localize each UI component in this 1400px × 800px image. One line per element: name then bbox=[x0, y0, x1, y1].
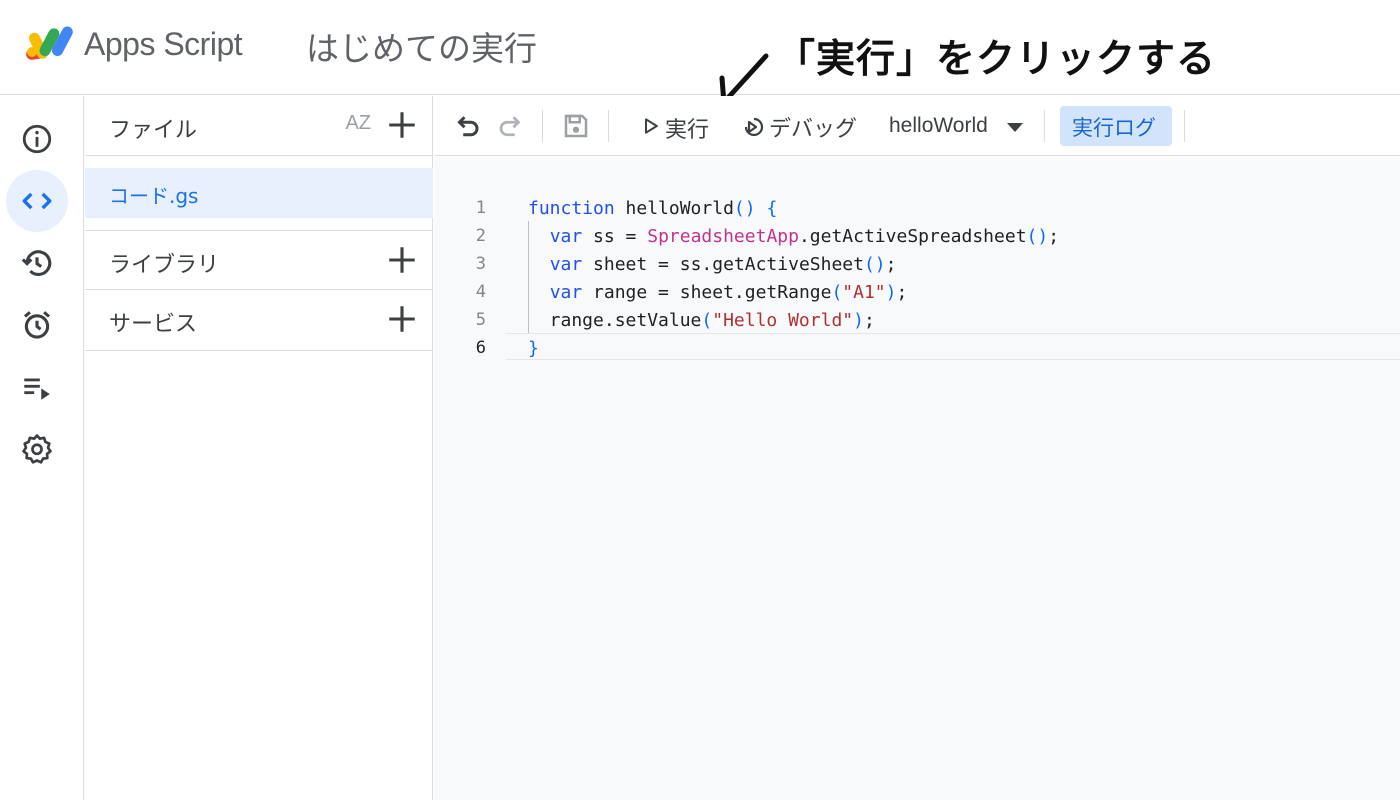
play-icon bbox=[645, 118, 658, 134]
toolbar-divider bbox=[1044, 110, 1045, 142]
rail-item-settings[interactable] bbox=[6, 418, 68, 480]
history-icon bbox=[21, 250, 52, 276]
rail-item-overview[interactable] bbox=[6, 108, 68, 170]
execution-log-button[interactable]: 実行ログ bbox=[1060, 106, 1172, 146]
alarm-icon bbox=[23, 311, 51, 339]
line-number: 1 bbox=[475, 198, 486, 218]
sort-az-icon[interactable]: AZ bbox=[345, 112, 371, 135]
code-text: function helloWorld() { bbox=[528, 198, 778, 219]
code-icon bbox=[22, 192, 52, 210]
debug-label: デバッグ bbox=[769, 117, 858, 142]
executions-icon bbox=[24, 378, 50, 400]
libraries-label: ライブラリ bbox=[109, 253, 220, 278]
run-label: 実行 bbox=[665, 118, 710, 143]
run-button[interactable]: 実行 bbox=[637, 108, 719, 144]
code-text: var ss = SpreadsheetApp.getActiveSpreads… bbox=[549, 226, 1060, 247]
save-icon[interactable] bbox=[561, 111, 591, 141]
add-service-icon[interactable] bbox=[385, 302, 419, 336]
file-item-code-gs[interactable]: コード.gs bbox=[85, 168, 433, 218]
code-text: } bbox=[528, 338, 539, 359]
app-name: Apps Script bbox=[84, 26, 243, 62]
project-title[interactable]: はじめての実行 bbox=[306, 22, 537, 70]
line-number: 6 bbox=[475, 338, 486, 358]
toolbar-divider bbox=[542, 110, 543, 142]
code-line[interactable]: 6 } bbox=[434, 335, 1400, 363]
chevron-down-icon[interactable] bbox=[1007, 123, 1023, 132]
rail-item-executions[interactable] bbox=[6, 356, 68, 418]
toolbar-divider bbox=[1184, 110, 1185, 142]
rail-item-editor[interactable] bbox=[6, 170, 68, 232]
editor-toolbar: 実行 デバッグ helloWorld 実行ログ bbox=[434, 96, 1400, 156]
code-text: range.setValue("Hello World"); bbox=[528, 310, 875, 331]
info-icon bbox=[22, 124, 52, 154]
debug-icon bbox=[744, 117, 764, 137]
toolbar-divider bbox=[608, 110, 609, 142]
nav-rail bbox=[0, 96, 84, 800]
code-text: var sheet = ss.getActiveSheet(); bbox=[549, 254, 897, 275]
function-select[interactable]: helloWorld bbox=[889, 114, 988, 138]
libraries-section: ライブラリ bbox=[85, 230, 433, 290]
files-label: ファイル bbox=[109, 118, 198, 143]
code-line[interactable]: 5 range.setValue("Hello World"); bbox=[434, 307, 1400, 335]
files-panel: ファイル AZ コード.gs ライブラリ サービス bbox=[85, 96, 433, 800]
line-number: 2 bbox=[475, 226, 486, 246]
line-number: 5 bbox=[475, 310, 486, 330]
app-header: Apps Script はじめての実行 「実行」をクリックする bbox=[0, 0, 1400, 107]
line-number: 4 bbox=[475, 282, 486, 302]
services-section: サービス bbox=[85, 290, 433, 351]
code-line[interactable]: 4 var range = sheet.getRange("A1"); bbox=[434, 279, 1400, 307]
code-editor[interactable]: 1 function helloWorld() { 2 var ss = Spr… bbox=[434, 157, 1400, 800]
gear-icon bbox=[22, 434, 52, 464]
files-section-header: ファイル AZ bbox=[85, 96, 433, 156]
code-text: var range = sheet.getRange("A1"); bbox=[549, 282, 908, 303]
services-label: サービス bbox=[109, 312, 198, 337]
rail-item-history[interactable] bbox=[6, 232, 68, 294]
rail-item-triggers[interactable] bbox=[6, 294, 68, 356]
file-name: コード.gs bbox=[109, 184, 199, 208]
add-library-icon[interactable] bbox=[385, 243, 419, 277]
debug-button[interactable]: デバッグ bbox=[737, 108, 867, 144]
code-line[interactable]: 2 var ss = SpreadsheetApp.getActiveSprea… bbox=[434, 223, 1400, 251]
undo-icon[interactable] bbox=[452, 111, 482, 141]
code-line[interactable]: 3 var sheet = ss.getActiveSheet(); bbox=[434, 251, 1400, 279]
line-number: 3 bbox=[475, 254, 486, 274]
add-file-icon[interactable] bbox=[385, 108, 419, 142]
code-line[interactable]: 1 function helloWorld() { bbox=[434, 195, 1400, 223]
apps-script-logo[interactable] bbox=[24, 24, 76, 66]
execution-log-label: 実行ログ bbox=[1072, 116, 1156, 140]
redo-icon[interactable] bbox=[496, 111, 526, 141]
annotation-text: 「実行」をクリックする bbox=[776, 37, 1217, 82]
